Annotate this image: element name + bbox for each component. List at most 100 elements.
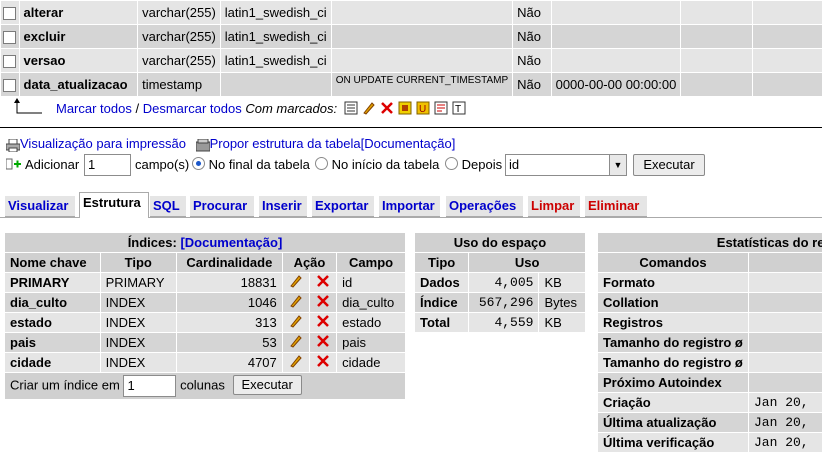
edit-pencil-icon[interactable] bbox=[289, 334, 303, 348]
tab-visualizar[interactable]: Visualizar bbox=[5, 196, 75, 217]
add-field-submit-button[interactable]: Executar bbox=[633, 154, 705, 176]
tab-importar[interactable]: Importar bbox=[379, 196, 440, 217]
index-key-name: dia_culto bbox=[5, 293, 100, 312]
tab-exportar[interactable]: Exportar bbox=[312, 196, 374, 217]
after-field-select[interactable]: id ▼ bbox=[505, 154, 627, 176]
edit-index-cell[interactable] bbox=[282, 313, 309, 332]
unique-icon[interactable]: U bbox=[416, 101, 430, 118]
print-view-link[interactable]: Visualização para impressão bbox=[20, 136, 186, 151]
tab-sql[interactable]: SQL bbox=[150, 196, 186, 217]
stats-label: Última atualização bbox=[598, 413, 748, 432]
drop-x-icon[interactable] bbox=[380, 101, 394, 118]
tab-limpar[interactable]: Limpar bbox=[528, 196, 580, 217]
tab-estrutura[interactable]: Estrutura bbox=[79, 192, 149, 218]
field-extra bbox=[681, 25, 753, 48]
bulk-icon-bar: U T bbox=[344, 101, 466, 118]
create-index-submit-button[interactable]: Executar bbox=[232, 375, 302, 396]
edit-pencil-icon[interactable] bbox=[289, 354, 303, 368]
edit-index-cell[interactable] bbox=[282, 353, 309, 372]
check-all-link[interactable]: Marcar todos bbox=[56, 101, 132, 116]
add-label: Adicionar bbox=[25, 157, 80, 172]
drop-index-cell[interactable] bbox=[309, 273, 337, 292]
field-extra bbox=[681, 49, 753, 72]
drop-x-icon[interactable] bbox=[316, 294, 330, 308]
field-type: varchar(255) bbox=[138, 49, 220, 72]
drop-x-icon[interactable] bbox=[316, 274, 330, 288]
tab-inserir[interactable]: Inserir bbox=[259, 196, 307, 217]
edit-index-cell[interactable] bbox=[282, 273, 309, 292]
drop-index-cell[interactable] bbox=[309, 293, 337, 312]
drop-index-cell[interactable] bbox=[309, 313, 337, 332]
row-checkbox[interactable] bbox=[3, 55, 17, 69]
chevron-down-icon[interactable]: ▼ bbox=[609, 155, 626, 175]
indexes-table: Índices: [Documentação] Nome chave Tipo … bbox=[4, 232, 406, 400]
edit-pencil-icon[interactable] bbox=[362, 101, 376, 118]
field-default: 0000-00-00 00:00:00 bbox=[551, 73, 681, 96]
propose-structure-icon bbox=[195, 138, 211, 152]
index-icon[interactable] bbox=[434, 101, 448, 118]
space-row: Dados 4,005 KB bbox=[415, 273, 585, 292]
field-name: data_atualizacao bbox=[19, 73, 138, 96]
row-checkbox-cell[interactable] bbox=[1, 1, 19, 24]
space-unit: KB bbox=[539, 313, 585, 332]
index-key-name: PRIMARY bbox=[5, 273, 100, 292]
space-type: Dados bbox=[415, 273, 469, 292]
indexes-doc-link[interactable]: [Documentação] bbox=[180, 235, 282, 250]
stats-row: Criação Jan 20, bbox=[598, 393, 822, 412]
stats-row: Tamanho do registro ø bbox=[598, 353, 822, 372]
row-checkbox-cell[interactable] bbox=[1, 73, 19, 96]
browse-icon[interactable] bbox=[344, 101, 358, 118]
drop-x-icon[interactable] bbox=[316, 314, 330, 328]
space-type: Total bbox=[415, 313, 469, 332]
at-end-label: No final da tabela bbox=[208, 157, 310, 172]
edit-index-cell[interactable] bbox=[282, 293, 309, 312]
after-radio[interactable] bbox=[445, 157, 458, 170]
position-at-start[interactable]: No início da tabela bbox=[315, 157, 439, 172]
position-after[interactable]: Depois bbox=[445, 157, 502, 172]
tab-procurar[interactable]: Procurar bbox=[190, 196, 254, 217]
field-attributes: ON UPDATE CURRENT_TIMESTAMP bbox=[331, 73, 513, 96]
uncheck-all-link[interactable]: Desmarcar todos bbox=[143, 101, 242, 116]
edit-index-cell[interactable] bbox=[282, 333, 309, 352]
stats-row: Última atualização Jan 20, bbox=[598, 413, 822, 432]
field-row: data_atualizacao timestamp ON UPDATE CURRE… bbox=[1, 73, 822, 96]
propose-doc-link[interactable]: [Documentação] bbox=[361, 136, 456, 151]
index-field: cidade bbox=[337, 353, 405, 372]
space-row: Total 4,559 KB bbox=[415, 313, 585, 332]
field-row: alterar varchar(255) latin1_swedish_ci Não bbox=[1, 1, 822, 24]
drop-x-icon[interactable] bbox=[316, 334, 330, 348]
edit-pencil-icon[interactable] bbox=[289, 274, 303, 288]
field-name: alterar bbox=[19, 1, 138, 24]
row-checkbox[interactable] bbox=[3, 31, 17, 45]
tab-operações[interactable]: Operações bbox=[446, 196, 523, 217]
stats-row: Collation bbox=[598, 293, 822, 312]
fields-table: alterar varchar(255) latin1_swedish_ci Não e… bbox=[0, 0, 822, 97]
row-checkbox-cell[interactable] bbox=[1, 25, 19, 48]
position-at-end[interactable]: No final da tabela bbox=[192, 157, 310, 172]
create-index-count-input[interactable]: 1 bbox=[123, 375, 177, 397]
fulltext-icon[interactable]: T bbox=[452, 101, 466, 118]
primary-key-icon[interactable] bbox=[398, 101, 412, 118]
field-row: versao varchar(255) latin1_swedish_ci Não bbox=[1, 49, 822, 72]
row-checkbox[interactable] bbox=[3, 79, 17, 93]
edit-pencil-icon[interactable] bbox=[289, 314, 303, 328]
field-null: Não bbox=[513, 25, 551, 48]
index-field: estado bbox=[337, 313, 405, 332]
at-start-radio[interactable] bbox=[315, 157, 328, 170]
add-count-input[interactable]: 1 bbox=[84, 154, 131, 176]
space-col-usage: Uso bbox=[469, 253, 585, 272]
propose-structure-link[interactable]: Propor estrutura da tabela bbox=[210, 136, 361, 151]
stats-value bbox=[749, 273, 822, 292]
drop-x-icon[interactable] bbox=[316, 354, 330, 368]
drop-index-cell[interactable] bbox=[309, 333, 337, 352]
drop-index-cell[interactable] bbox=[309, 353, 337, 372]
field-action bbox=[753, 1, 822, 24]
tab-eliminar[interactable]: Eliminar bbox=[585, 196, 647, 217]
field-name: excluir bbox=[19, 25, 138, 48]
edit-pencil-icon[interactable] bbox=[289, 294, 303, 308]
stats-col-commands: Comandos bbox=[598, 253, 748, 272]
row-checkbox[interactable] bbox=[3, 7, 17, 21]
at-end-radio[interactable] bbox=[192, 157, 205, 170]
field-collation bbox=[220, 73, 331, 96]
row-checkbox-cell[interactable] bbox=[1, 49, 19, 72]
